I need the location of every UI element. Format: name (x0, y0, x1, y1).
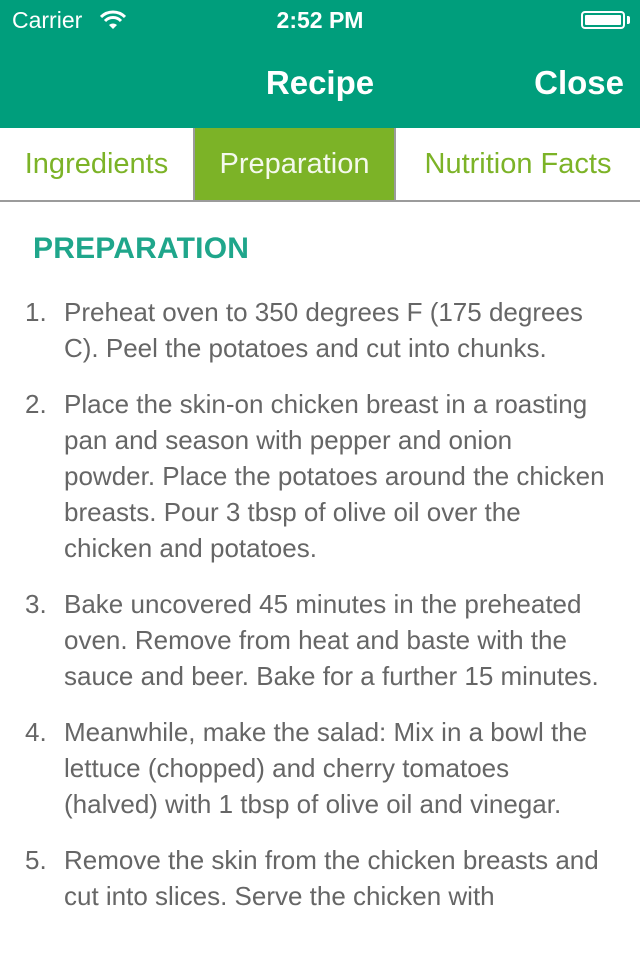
step-item: 5. Remove the skin from the chicken brea… (0, 842, 640, 914)
tab-preparation[interactable]: Preparation (193, 128, 396, 200)
step-text: Bake uncovered 45 minutes in the preheat… (64, 589, 599, 691)
step-text: Remove the skin from the chicken breasts… (64, 845, 599, 911)
tab-bar: Ingredients Preparation Nutrition Facts (0, 128, 640, 202)
step-number: 3. (25, 589, 47, 619)
step-text: Place the skin-on chicken breast in a ro… (64, 389, 605, 563)
step-number: 5. (25, 845, 47, 875)
tab-ingredients[interactable]: Ingredients (0, 128, 193, 200)
status-bar: Carrier 2:52 PM (0, 0, 640, 40)
step-number: 2. (25, 389, 47, 419)
step-number: 4. (25, 717, 47, 747)
section-title: PREPARATION (33, 232, 250, 265)
status-time: 2:52 PM (276, 7, 364, 33)
step-item: 2. Place the skin-on chicken breast in a… (0, 386, 640, 566)
step-item: 3. Bake uncovered 45 minutes in the preh… (0, 586, 640, 694)
step-number: 1. (25, 297, 47, 327)
battery-tip (627, 16, 630, 24)
tab-nutrition-facts[interactable]: Nutrition Facts (396, 128, 640, 200)
close-button[interactable]: Close (534, 64, 624, 102)
step-item: 4. Meanwhile, make the salad: Mix in a b… (0, 714, 640, 822)
step-text: Meanwhile, make the salad: Mix in a bowl… (64, 717, 588, 819)
step-item: 1. Preheat oven to 350 degrees F (175 de… (0, 294, 640, 366)
step-text: Preheat oven to 350 degrees F (175 degre… (64, 297, 583, 363)
steps-list: 1. Preheat oven to 350 degrees F (175 de… (0, 294, 640, 934)
preparation-content[interactable]: PREPARATION 1. Preheat oven to 350 degre… (0, 202, 640, 960)
battery-icon (581, 11, 625, 29)
app-header: Carrier 2:52 PM Recipe Close (0, 0, 640, 128)
